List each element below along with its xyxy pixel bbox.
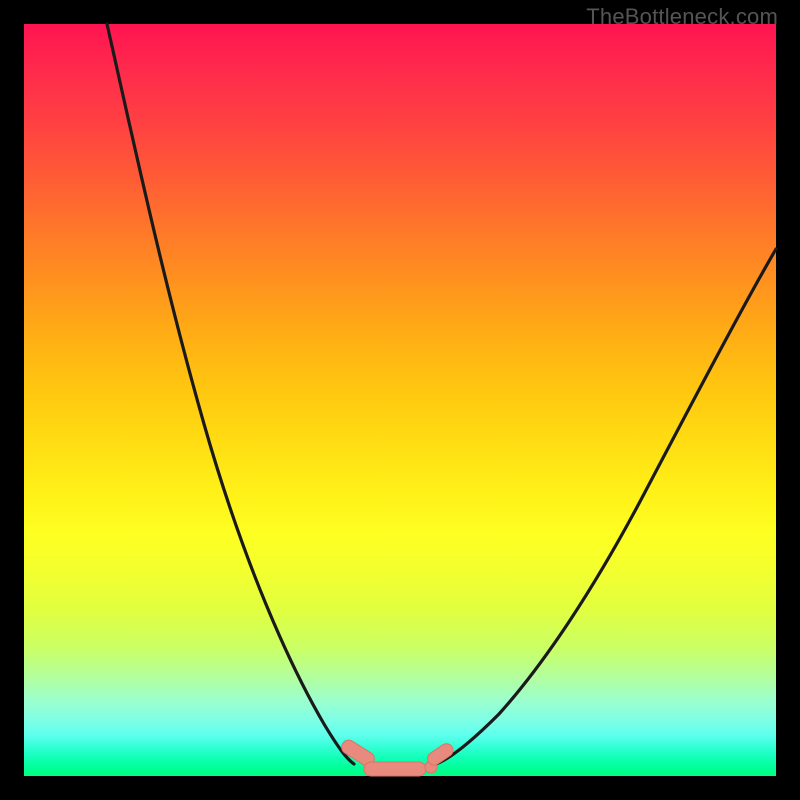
left-curve-line	[107, 24, 354, 764]
right-curve-line	[436, 249, 776, 764]
floor-nub	[364, 762, 426, 776]
floor-nubs-group	[339, 738, 455, 776]
curve-layer	[24, 24, 776, 776]
gradient-plot-area	[24, 24, 776, 776]
chart-frame: TheBottleneck.com	[0, 0, 800, 800]
